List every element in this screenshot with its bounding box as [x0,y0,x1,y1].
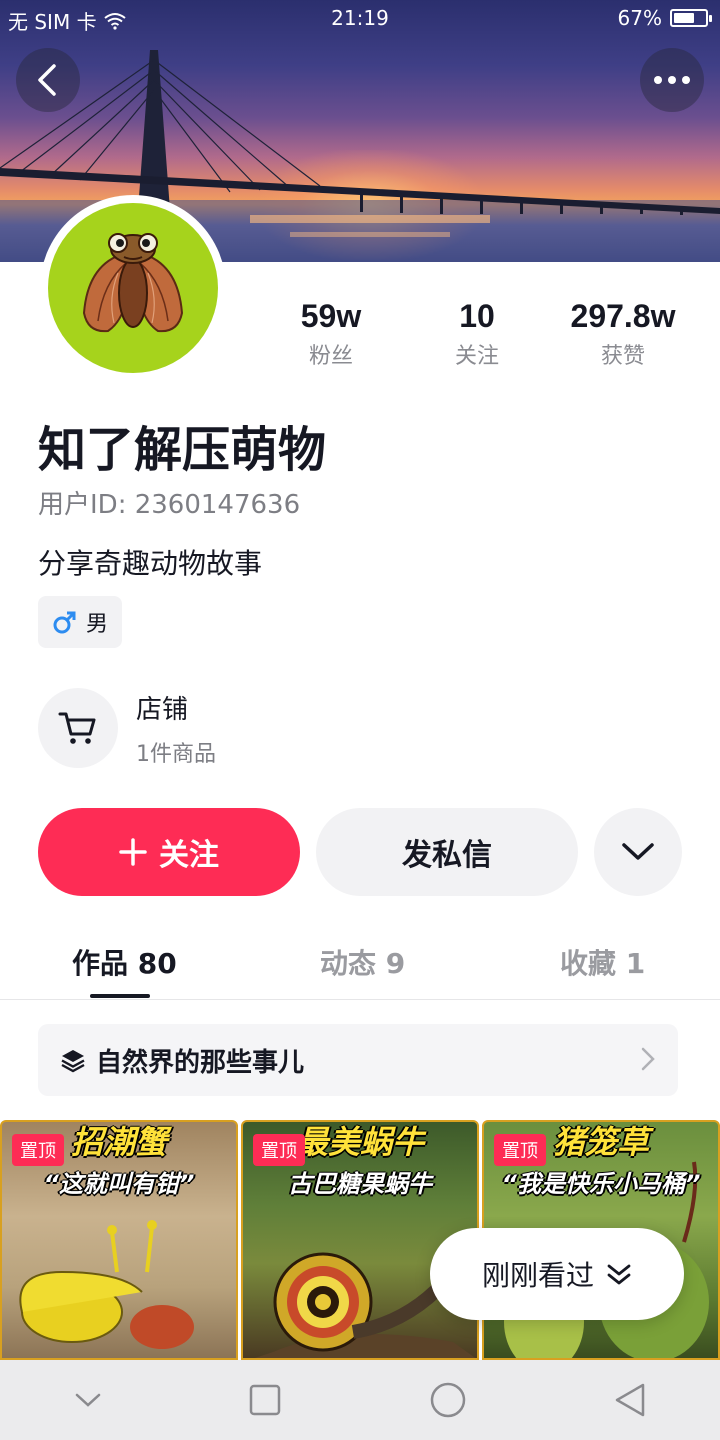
video-card[interactable]: 招潮蟹 “这就叫有钳” 置顶 [0,1120,238,1360]
stat-likes[interactable]: 297.8w 获赞 [550,296,696,370]
system-nav-bar [0,1360,720,1440]
more-button[interactable] [640,48,704,112]
collection-entry[interactable]: 自然界的那些事儿 [38,1024,678,1096]
video-subtitle: “我是快乐小马桶” [501,1170,701,1198]
more-dots-icon [654,76,690,84]
tab-active-indicator [90,994,150,998]
chevron-right-icon [641,1047,655,1071]
back-button[interactable] [16,48,80,112]
plus-icon [119,838,147,866]
nav-back-icon[interactable] [613,1382,647,1418]
battery-icon [670,9,712,27]
collection-title: 自然界的那些事儿 [96,1047,305,1078]
tab-works[interactable]: 作品 80 [72,942,177,982]
follow-label: 关注 [159,838,219,873]
avatar[interactable] [40,195,226,381]
shop-entry[interactable]: 店铺 1件商品 [38,688,216,768]
battery-percent: 67% [617,6,662,30]
video-subtitle: “这就叫有钳” [43,1170,195,1198]
stat-value: 10 [459,298,495,334]
profile-stats: 59w 粉丝 10 关注 297.8w 获赞 [258,296,698,370]
stat-following[interactable]: 10 关注 [404,296,550,370]
status-bar: 无 SIM 卡 21:19 67% [0,0,720,38]
nav-home-icon[interactable] [428,1380,468,1420]
recently-viewed-button[interactable]: 刚刚看过 [430,1228,684,1320]
shopping-cart-icon [58,712,96,744]
video-subtitle: 古巴糖果蜗牛 [288,1170,432,1198]
cicada-avatar-image [82,233,184,333]
tab-favorites[interactable]: 收藏 1 [560,942,645,982]
user-id[interactable]: 用户ID: 2360147636 [38,484,300,521]
recently-viewed-label: 刚刚看过 [481,1259,594,1292]
shop-title: 店铺 [136,694,189,725]
stat-value: 297.8w [570,298,676,334]
chevron-left-icon [38,64,56,96]
pinned-badge: 置顶 [253,1134,305,1166]
gender-label: 男 [86,612,109,637]
nav-recents-icon[interactable] [248,1383,282,1417]
clock: 21:19 [331,6,389,30]
profile-bio: 分享奇趣动物故事 [38,547,263,580]
message-label: 发私信 [402,838,492,873]
shop-subtitle: 1件商品 [136,741,216,767]
stat-label: 获赞 [600,344,645,369]
content-tabs: 作品 80 动态 9 收藏 1 [0,928,720,1000]
stat-followers[interactable]: 59w 粉丝 [258,296,404,370]
expand-button[interactable] [594,808,682,896]
stat-label: 粉丝 [308,344,353,369]
follow-button[interactable]: 关注 [38,808,300,896]
pinned-badge: 置顶 [494,1134,546,1166]
nav-collapse-icon[interactable] [73,1390,103,1410]
stat-label: 关注 [454,344,499,369]
message-button[interactable]: 发私信 [316,808,578,896]
stat-value: 59w [300,298,362,334]
male-icon [53,611,76,634]
pinned-badge: 置顶 [12,1134,64,1166]
layers-icon [61,1050,85,1073]
gender-tag: 男 [38,596,123,648]
profile-name: 知了解压萌物 [38,422,327,478]
double-chevron-down-icon [607,1264,631,1285]
shop-icon-wrap [38,688,118,768]
tab-moments[interactable]: 动态 9 [320,942,405,982]
chevron-down-icon [622,843,654,860]
